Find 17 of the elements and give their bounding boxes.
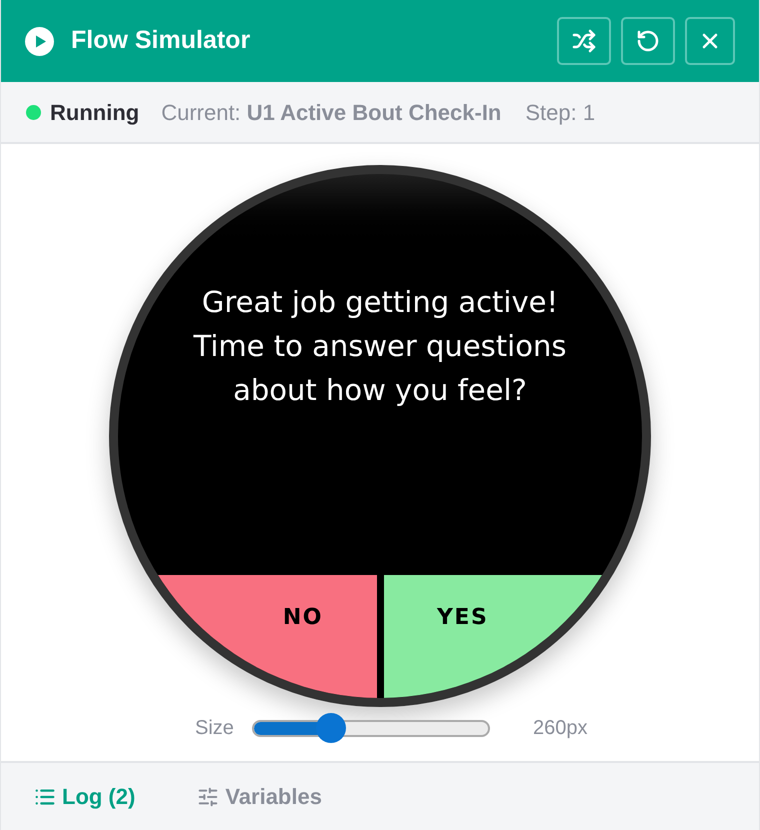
current-step-title: U1 Active Bout Check-In (246, 98, 502, 126)
sliders-icon (197, 786, 220, 808)
restart-button[interactable] (621, 17, 675, 65)
size-slider[interactable] (252, 713, 490, 743)
circular-arrow-icon (636, 29, 660, 53)
shuffle-icon (572, 29, 596, 53)
window-title: Flow Simulator (71, 25, 250, 56)
status-label: Running (50, 98, 140, 127)
watch-message: Great job getting active! Time to answer questions about how you feel? (192, 284, 568, 409)
close-button[interactable] (685, 17, 735, 65)
play-icon (25, 26, 54, 56)
slider-thumb[interactable] (316, 713, 346, 743)
shuffle-button[interactable] (557, 17, 611, 65)
current-label: Current: (161, 98, 241, 126)
slider-value: 260px (533, 716, 588, 741)
step-counter: Step: 1 (525, 98, 596, 127)
slider-label: Size (195, 716, 235, 741)
